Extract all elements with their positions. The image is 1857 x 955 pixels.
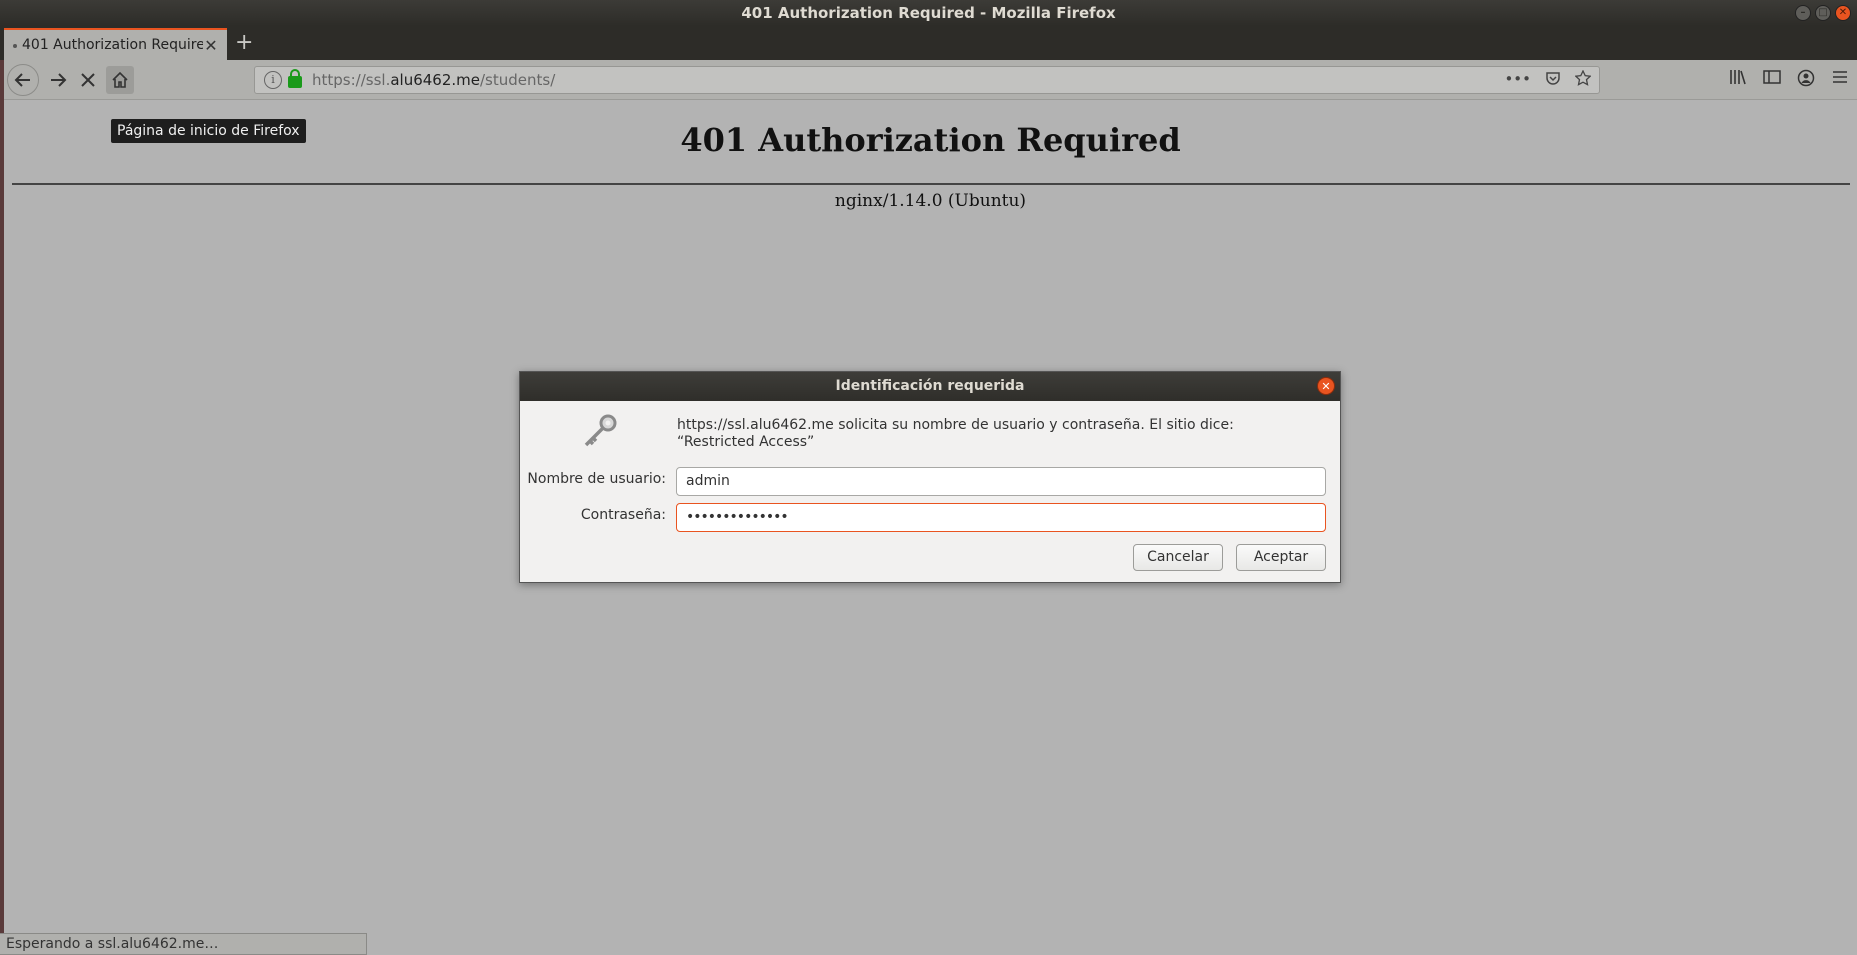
password-input[interactable]: •••••••••••••• [676,503,1326,532]
back-button[interactable] [7,64,39,96]
account-icon[interactable] [1797,69,1815,87]
tab-active[interactable]: 401 Authorization Required ✕ [4,28,227,60]
window-controls: – □ ✕ [1795,5,1851,21]
new-tab-button[interactable]: + [235,30,253,56]
minimize-button[interactable]: – [1795,5,1811,21]
cancel-button[interactable]: Cancelar [1133,544,1223,571]
menu-icon[interactable] [1831,69,1849,85]
tab-strip: 401 Authorization Required ✕ + [0,26,1857,60]
pocket-icon[interactable] [1545,70,1561,86]
dialog-titlebar: Identificación requerida ✕ [520,372,1340,401]
forward-icon [51,73,67,87]
accept-button[interactable]: Aceptar [1236,544,1326,571]
server-signature: nginx/1.14.0 (Ubuntu) [834,191,1027,211]
loading-dot-icon [13,44,17,48]
window-title: 401 Authorization Required - Mozilla Fir… [741,4,1116,22]
info-icon[interactable]: i [264,71,282,89]
dialog-close-button[interactable]: ✕ [1317,377,1335,395]
url-path: /students/ [480,71,556,89]
home-button[interactable] [106,66,134,94]
window-titlebar: 401 Authorization Required - Mozilla Fir… [0,0,1857,26]
navigation-toolbar: i https://ssl.alu6462.me/students/ ••• [0,60,1857,100]
url-prefix: https://ssl. [312,71,391,89]
url-text[interactable]: https://ssl.alu6462.me/students/ [312,71,555,89]
dialog-message: https://ssl.alu6462.me solicita su nombr… [677,417,1234,450]
divider [12,183,1850,185]
more-icon[interactable]: ••• [1504,70,1531,88]
tab-title: 401 Authorization Required [22,37,203,53]
library-icon[interactable] [1729,69,1747,85]
username-label: Nombre de usuario: [527,471,666,487]
home-tooltip: Página de inicio de Firefox [111,119,306,143]
toolbar-right [1729,69,1849,87]
sidebar-icon[interactable] [1763,69,1781,85]
forward-button[interactable] [42,64,74,96]
username-input[interactable]: admin [676,467,1326,496]
bookmark-star-icon[interactable] [1575,70,1591,86]
stop-icon [81,73,95,87]
url-actions: ••• [1504,70,1591,88]
home-icon [112,71,128,88]
dialog-title: Identificación requerida [835,378,1025,394]
lock-icon[interactable] [288,69,302,88]
stop-button[interactable] [72,64,104,96]
maximize-button[interactable]: □ [1815,5,1831,21]
password-label: Contraseña: [580,507,666,523]
key-icon [584,414,617,447]
auth-dialog: Identificación requerida ✕ https://ssl.a… [519,371,1341,583]
status-bar: Esperando a ssl.alu6462.me… [0,933,367,955]
close-window-button[interactable]: ✕ [1835,5,1851,21]
url-domain: alu6462.me [390,71,480,89]
tab-close-icon[interactable]: ✕ [203,36,219,55]
back-icon [14,73,30,87]
url-bar[interactable]: i https://ssl.alu6462.me/students/ ••• [254,66,1600,94]
